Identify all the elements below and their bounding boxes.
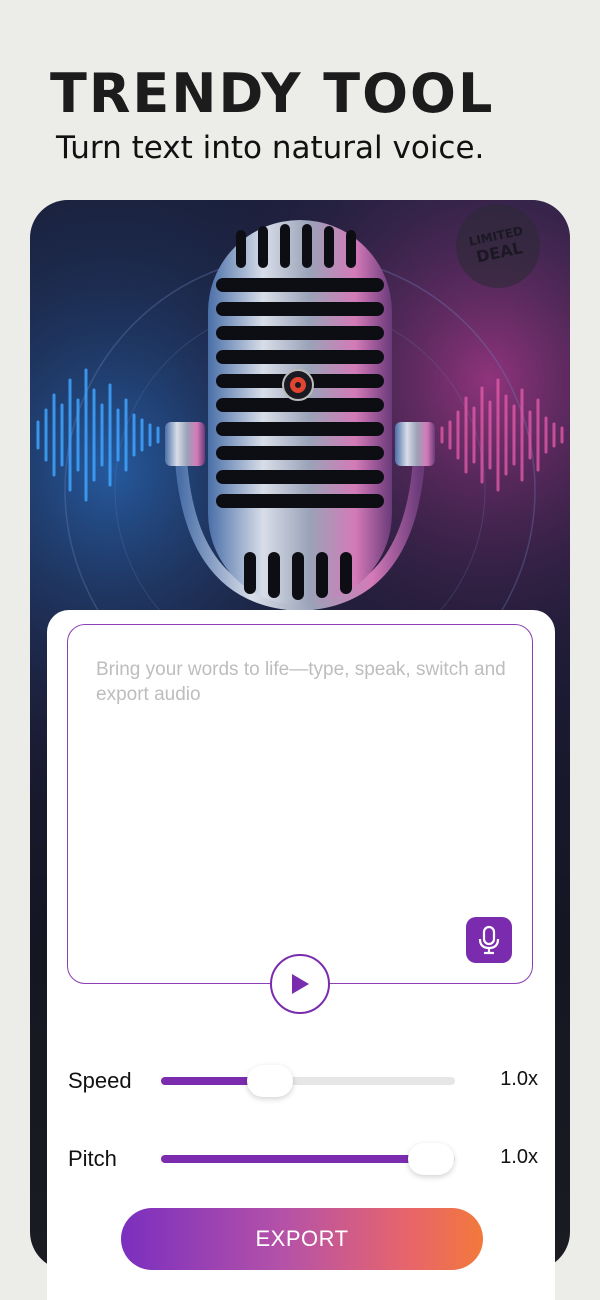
text-input-area[interactable]: Bring your words to life—type, speak, sw… (67, 624, 533, 984)
pitch-slider-fill (161, 1155, 432, 1163)
page-subtitle: Turn text into natural voice. (56, 130, 485, 166)
page-title: TRENDY TOOL (50, 62, 495, 125)
speed-slider[interactable] (161, 1065, 455, 1097)
pitch-value: 1.0x (500, 1146, 538, 1168)
export-button[interactable]: EXPORT (121, 1208, 483, 1270)
pitch-control: Pitch 1.0x (68, 1138, 538, 1178)
pitch-label: Pitch (68, 1146, 117, 1171)
speed-control: Speed 1.0x (68, 1060, 538, 1100)
speed-label: Speed (68, 1068, 132, 1093)
voice-input-button[interactable] (466, 917, 512, 963)
speed-value: 1.0x (500, 1068, 538, 1090)
text-input-placeholder: Bring your words to life—type, speak, sw… (96, 659, 506, 705)
pitch-slider-thumb[interactable] (408, 1143, 455, 1175)
play-icon (292, 974, 309, 994)
microphone-icon (478, 925, 500, 955)
pitch-slider[interactable] (161, 1143, 455, 1175)
speed-slider-thumb[interactable] (246, 1065, 293, 1097)
play-button[interactable] (270, 954, 330, 1014)
editor-card: Bring your words to life—type, speak, sw… (47, 610, 555, 1300)
